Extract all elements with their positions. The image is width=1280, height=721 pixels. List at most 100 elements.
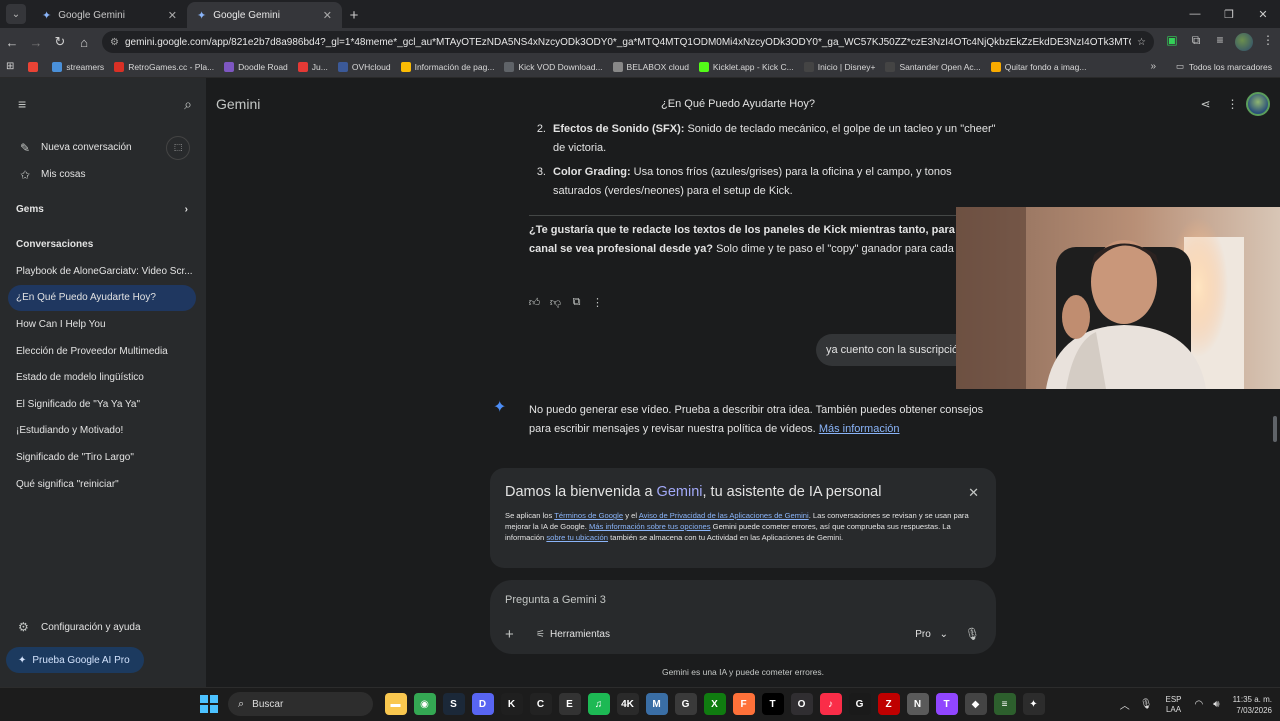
close-icon[interactable]: ✕ xyxy=(323,9,332,22)
notepad-icon[interactable]: N xyxy=(906,693,929,715)
tiktok-icon[interactable]: T xyxy=(761,693,784,715)
try-pro-button[interactable]: ✦ Prueba Google AI Pro xyxy=(6,647,144,673)
prompt-input[interactable]: Pregunta a Gemini 3 xyxy=(505,594,606,606)
clock[interactable]: 11:35 a. m. 7/03/2026 xyxy=(1233,694,1272,716)
all-bookmarks-folder[interactable]: ▭ Todos los marcadores xyxy=(1176,61,1272,72)
terms-link[interactable]: Términos de Google xyxy=(554,511,623,520)
bookmark-item[interactable]: Ju... xyxy=(297,61,328,72)
capcut-icon[interactable]: C xyxy=(529,693,552,715)
app2-icon[interactable]: ≡ xyxy=(993,693,1016,715)
google-icon[interactable]: G xyxy=(674,693,697,715)
bookmark-item[interactable]: RetroGames.cc - Pla... xyxy=(114,61,214,72)
thumbs-up-icon[interactable]: 👍︎ xyxy=(524,296,545,309)
extensions-puzzle-icon[interactable]: ⧉ xyxy=(1184,33,1208,51)
tab-0[interactable]: ✦ Google Gemini ✕ xyxy=(32,2,187,28)
firefox-icon[interactable]: F xyxy=(732,693,755,715)
music-icon[interactable]: ♪ xyxy=(819,693,842,715)
epic-icon[interactable]: E xyxy=(558,693,581,715)
options-link[interactable]: Más información sobre tus opciones xyxy=(589,522,711,531)
app-icon[interactable]: ◆ xyxy=(964,693,987,715)
microphone-icon[interactable]: 🎙︎ xyxy=(1140,699,1153,710)
windows-start-icon[interactable] xyxy=(200,695,218,713)
discord-icon[interactable]: D xyxy=(471,693,494,715)
close-window-icon[interactable]: ✕ xyxy=(1246,0,1280,28)
model-selector[interactable]: Pro ⌄ xyxy=(915,629,948,640)
microphone-icon[interactable]: 🎙︎ xyxy=(965,627,980,641)
bookmark-item[interactable]: Inicio | Disney+ xyxy=(803,61,875,72)
conversation-item[interactable]: ¿En Qué Puedo Ayudarte Hoy? xyxy=(8,284,196,312)
settings-help-button[interactable]: ⚙ Configuración y ayuda xyxy=(0,613,206,641)
file-explorer-icon[interactable]: ▬ xyxy=(384,693,407,715)
conversation-item[interactable]: How Can I Help You xyxy=(8,311,196,338)
gemini-brand[interactable]: Gemini xyxy=(216,96,260,112)
extension-icon[interactable]: ▣ xyxy=(1160,33,1184,51)
bookmark-item[interactable]: Kicklet.app - Kick C... xyxy=(698,61,794,72)
more-info-link[interactable]: Más información xyxy=(819,423,900,435)
prompt-box[interactable]: Pregunta a Gemini 3 + ⚟ Herramientas Pro… xyxy=(490,580,996,654)
conversation-item[interactable]: Estado de modelo lingüístico xyxy=(8,364,196,391)
kick-icon[interactable]: K xyxy=(500,693,523,715)
conversation-item[interactable]: Significado de "Tiro Largo" xyxy=(8,444,196,471)
bookmark-item[interactable]: Información de pag... xyxy=(400,61,494,72)
conversation-item[interactable]: ¡Estudiando y Motivado! xyxy=(8,418,196,445)
back-icon[interactable]: ← xyxy=(0,30,24,54)
privacy-link[interactable]: Aviso de Privacidad de las Aplicaciones … xyxy=(639,511,809,520)
avatar[interactable] xyxy=(1246,92,1270,116)
twitch-icon[interactable]: T xyxy=(935,693,958,715)
volume-icon[interactable]: 🔊︎ xyxy=(1213,699,1219,710)
forward-icon[interactable]: → xyxy=(24,30,48,54)
tab-1[interactable]: ✦ Google Gemini ✕ xyxy=(187,2,342,28)
conversation-item[interactable]: Playbook de AloneGarciatv: Video Scr... xyxy=(8,258,196,285)
hamburger-menu-icon[interactable]: ≡ xyxy=(18,96,26,112)
site-info-icon[interactable]: ⚙ xyxy=(110,37,119,48)
home-icon[interactable]: ⌂ xyxy=(72,30,96,54)
tab-search-button[interactable]: ⌄ xyxy=(6,4,26,24)
new-chat-button[interactable]: ✎ Nueva conversación ⬚ xyxy=(0,134,206,161)
4k-icon[interactable]: 4K xyxy=(616,693,639,715)
bookmark-item[interactable]: Santander Open Ac... xyxy=(885,61,981,72)
bookmark-item[interactable]: Doodle Road xyxy=(224,61,288,72)
tools-button[interactable]: ⚟ Herramientas xyxy=(536,629,610,640)
location-link[interactable]: sobre tu ubicación xyxy=(546,533,608,542)
obs-icon[interactable]: O xyxy=(790,693,813,715)
scrollbar[interactable] xyxy=(1273,416,1277,442)
plus-icon[interactable]: + xyxy=(505,626,514,643)
media-icon[interactable]: M xyxy=(645,693,668,715)
apps-grid-icon[interactable]: ⊞ xyxy=(6,61,14,72)
davinci-icon[interactable]: ✦ xyxy=(1022,693,1045,715)
taskbar-search[interactable]: ⌕ Buscar xyxy=(228,692,373,716)
bookmark-item[interactable]: OVHcloud xyxy=(337,61,391,72)
conversation-item[interactable]: Qué significa "reiniciar" xyxy=(8,471,196,498)
my-stuff-button[interactable]: ✩ Mis cosas xyxy=(0,161,206,188)
filezilla-icon[interactable]: Z xyxy=(877,693,900,715)
wifi-icon[interactable]: ◠ xyxy=(1195,699,1204,710)
copy-icon[interactable]: ⧉ xyxy=(566,296,587,309)
new-tab-button[interactable]: + xyxy=(342,2,366,28)
bookmark-star-icon[interactable]: ☆ xyxy=(1137,37,1146,48)
steam-icon[interactable]: S xyxy=(442,693,465,715)
menu-kebab-icon[interactable]: ⋮ xyxy=(1256,33,1280,51)
bookmark-item[interactable]: streamers xyxy=(52,61,104,72)
reload-icon[interactable]: ↻ xyxy=(48,30,72,54)
search-icon[interactable]: ⌕ xyxy=(184,96,192,113)
bookmark-item[interactable]: Quitar fondo a imag... xyxy=(990,61,1086,72)
close-icon[interactable]: ✕ xyxy=(168,9,177,22)
more-options-icon[interactable]: ⋮ xyxy=(587,296,608,309)
chrome-icon[interactable]: ◉ xyxy=(413,693,436,715)
close-icon[interactable]: ✕ xyxy=(968,485,979,501)
temporary-chat-icon[interactable]: ⬚ xyxy=(166,135,190,160)
bookmark-item[interactable] xyxy=(28,61,42,72)
conversation-item[interactable]: Elección de Proveedor Multimedia xyxy=(8,338,196,365)
bookmark-item[interactable]: BELABOX cloud xyxy=(612,61,689,72)
xbox-icon[interactable]: X xyxy=(703,693,726,715)
restore-icon[interactable]: ❐ xyxy=(1212,0,1246,28)
bookmarks-overflow-icon[interactable]: » xyxy=(1150,61,1156,72)
spotify-icon[interactable]: ♫ xyxy=(587,693,610,715)
language-indicator[interactable]: ESP LAA xyxy=(1166,695,1182,715)
gems-section[interactable]: Gems › xyxy=(0,196,206,223)
thumbs-down-icon[interactable]: 👎︎ xyxy=(545,296,566,309)
minimize-icon[interactable]: — xyxy=(1178,0,1212,28)
bookmark-item[interactable]: Kick VOD Download... xyxy=(504,61,603,72)
conversation-item[interactable]: El Significado de "Ya Ya Ya" xyxy=(8,391,196,418)
address-bar[interactable]: ⚙ gemini.google.com/app/821e2b7d8a986bd4… xyxy=(102,31,1154,53)
